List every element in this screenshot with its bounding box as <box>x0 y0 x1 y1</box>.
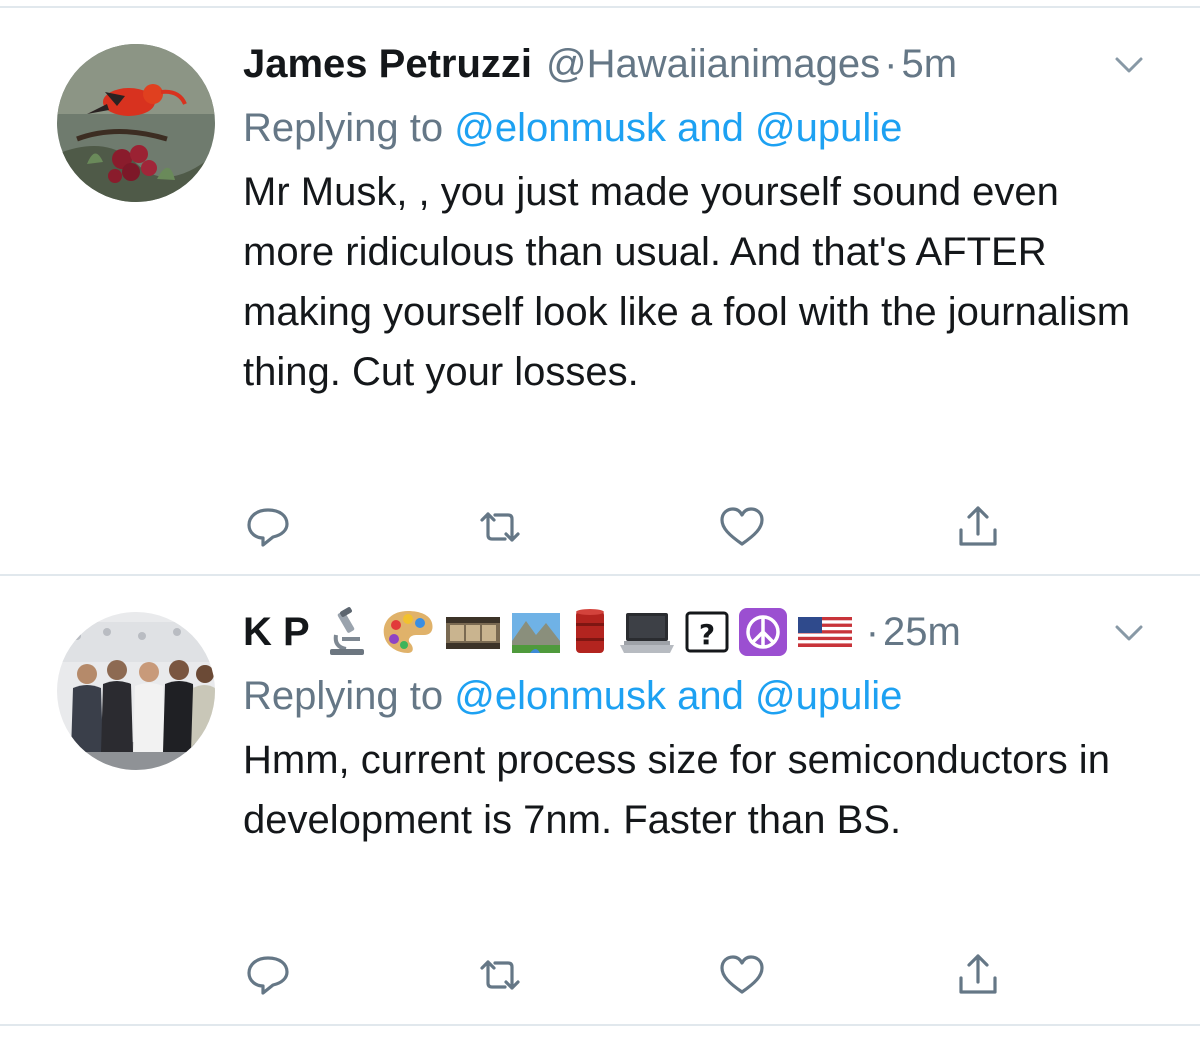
tweet-header: James Petruzzi @Hawaiianimages · 5m <box>243 34 957 94</box>
mention-link[interactable]: @upulie <box>755 674 902 718</box>
bird-on-flower-avatar-icon <box>57 44 215 202</box>
replying-to-line: Replying to @elonmusk and @upulie <box>243 106 902 151</box>
tweet-card[interactable]: James Petruzzi @Hawaiianimages · 5m Repl… <box>0 34 1200 554</box>
tweet-text: Mr Musk, , you just made yourself sound … <box>243 170 1131 394</box>
separator-dot: · <box>884 41 898 86</box>
display-name[interactable]: K P <box>243 610 310 655</box>
timestamp[interactable]: 25m <box>883 610 961 655</box>
reply-icon[interactable] <box>243 950 293 1000</box>
timestamp[interactable]: 5m <box>901 42 957 87</box>
bottom-divider <box>0 1024 1200 1026</box>
peace-symbol-emoji-icon <box>738 608 787 656</box>
display-name[interactable]: James Petruzzi <box>243 42 532 87</box>
film-frames-emoji-icon <box>445 617 500 649</box>
tweet-text: Hmm, current process size for semiconduc… <box>243 738 1110 842</box>
share-icon[interactable] <box>953 502 1003 552</box>
retweet-icon[interactable] <box>475 950 525 1000</box>
mention-link[interactable]: @elonmusk <box>454 106 666 150</box>
tweet-actions <box>0 502 1200 552</box>
group-photo-avatar-icon <box>57 612 215 770</box>
oil-drum-emoji-icon <box>575 609 604 653</box>
tweet-actions <box>0 950 1200 1000</box>
mention-and[interactable]: and <box>677 106 744 150</box>
avatar[interactable] <box>57 612 215 770</box>
mention-and[interactable]: and <box>677 674 744 718</box>
replying-to-line: Replying to @elonmusk and @upulie <box>243 674 902 719</box>
reply-icon[interactable] <box>243 502 293 552</box>
question-box-emoji-icon: ? <box>685 611 729 653</box>
like-icon[interactable] <box>717 502 767 552</box>
chevron-down-icon[interactable] <box>1112 616 1146 650</box>
user-handle[interactable]: @Hawaiianimages <box>546 42 880 87</box>
mention-link[interactable]: @upulie <box>755 106 902 150</box>
like-icon[interactable] <box>717 950 767 1000</box>
tweet-divider <box>0 574 1200 576</box>
avatar[interactable] <box>57 44 215 202</box>
tweet-card[interactable]: K P ? · 25m Replying to @elonmusk and @u… <box>0 602 1200 1022</box>
microscope-emoji-icon <box>329 607 364 655</box>
name-emoji-row: ? <box>322 607 862 657</box>
separator-dot: · <box>865 609 880 654</box>
artist-palette-emoji-icon <box>383 611 433 653</box>
chevron-down-icon[interactable] <box>1112 48 1146 82</box>
laptop-emoji-icon <box>619 613 674 653</box>
replying-to-label: Replying to <box>243 106 444 150</box>
top-divider <box>0 6 1200 8</box>
national-park-emoji-icon <box>511 613 560 653</box>
share-icon[interactable] <box>953 950 1003 1000</box>
svg-text:?: ? <box>699 618 715 651</box>
replying-to-label: Replying to <box>243 674 444 718</box>
us-flag-emoji-icon <box>797 617 852 647</box>
retweet-icon[interactable] <box>475 502 525 552</box>
mention-link[interactable]: @elonmusk <box>454 674 666 718</box>
tweet-header: K P ? · 25m <box>243 602 961 662</box>
